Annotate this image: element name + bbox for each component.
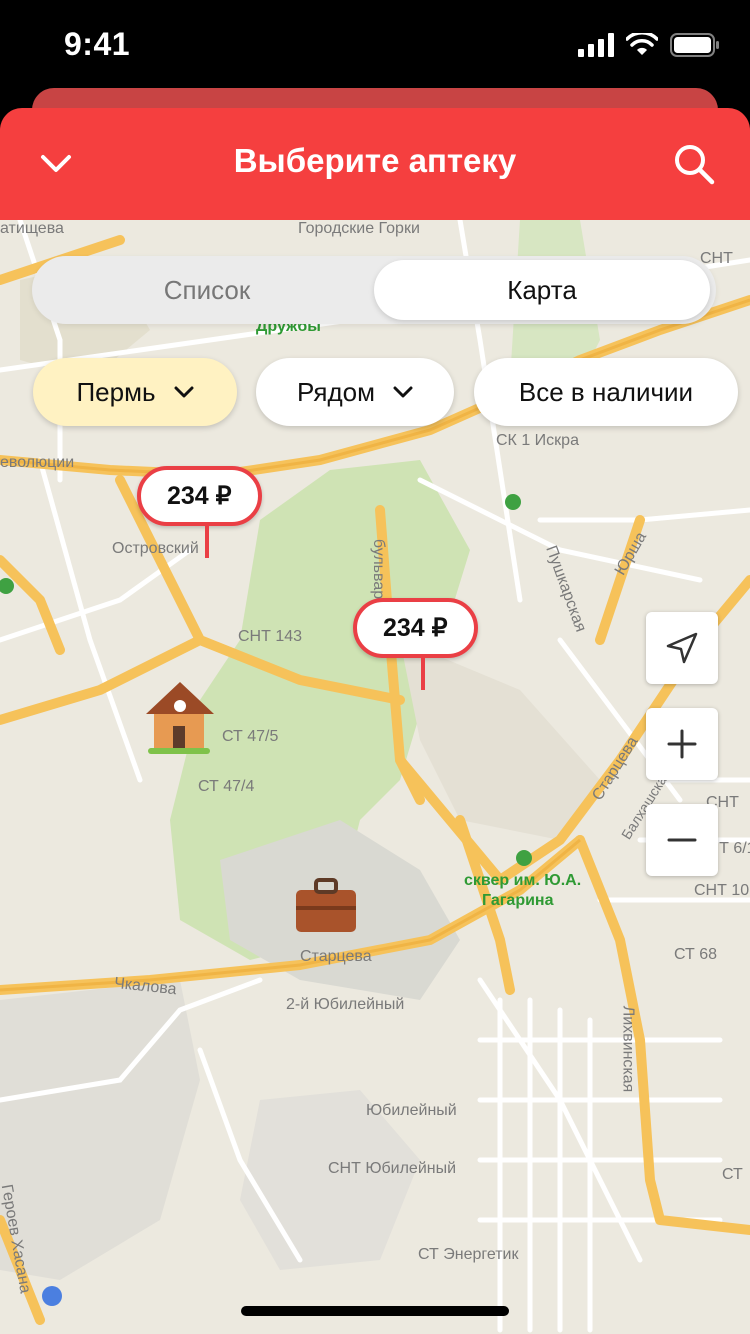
distance-filter-chip[interactable]: Рядом — [256, 358, 454, 426]
map-label: Городские Горки — [298, 220, 420, 237]
pin-price: 234 ₽ — [137, 466, 262, 526]
map-label: Гагарина — [482, 892, 554, 909]
map-label: Старцева — [300, 948, 372, 965]
locate-me-button[interactable] — [646, 612, 718, 684]
view-switcher: Список Карта — [32, 256, 716, 324]
zoom-in-button[interactable] — [646, 708, 718, 780]
status-time: 9:41 — [64, 26, 131, 62]
map-label: 2-й Юбилейный — [286, 996, 405, 1013]
map-label: СНТ 10 — [694, 882, 750, 899]
tab-list[interactable]: Список — [38, 260, 376, 320]
availability-filter-label: Все в наличии — [518, 376, 694, 407]
map-label: Юбилейный — [366, 1102, 457, 1119]
availability-filter-chip[interactable]: Все в наличии — [474, 358, 738, 426]
home-marker-icon — [146, 682, 214, 754]
map-label: атищева — [0, 220, 64, 237]
pin-stem — [421, 656, 425, 690]
zoom-out-button[interactable] — [646, 804, 718, 876]
map-label: еволюции — [0, 454, 75, 471]
map-label: СНТ 143 — [238, 628, 303, 645]
navigation-arrow-icon — [666, 632, 698, 664]
map-label: Лихвинская — [619, 1005, 637, 1093]
map-label: СК 1 Искра — [496, 432, 579, 449]
chevron-down-icon — [393, 386, 413, 398]
distance-filter-label: Рядом — [296, 376, 376, 407]
map-view[interactable]: атищева Городские Горки Дружбы СНТ еволю… — [0, 220, 750, 1334]
minus-icon — [667, 838, 697, 842]
cellular-signal-icon — [578, 33, 614, 57]
search-button[interactable] — [672, 142, 716, 186]
city-filter-chip[interactable]: Пермь — [33, 358, 237, 426]
map-label: СНТ Юбилейный — [328, 1160, 457, 1177]
map-label: СТ 47/5 — [222, 728, 279, 745]
map-label: Островский — [112, 540, 199, 557]
map-label: СТ Энергетик — [418, 1246, 519, 1263]
plus-icon — [667, 729, 697, 759]
tab-map[interactable]: Карта — [374, 260, 710, 320]
bus-stop-icon — [42, 1286, 62, 1306]
home-indicator[interactable] — [241, 1306, 509, 1316]
wifi-icon — [626, 33, 658, 55]
pin-stem — [205, 524, 209, 558]
map-label: бульвар — [370, 538, 388, 600]
map-label: СТ 68 — [674, 946, 718, 963]
map-label: СТ — [722, 1166, 743, 1183]
map-label: сквер им. Ю.А. — [464, 872, 582, 889]
status-bar: 9:41 — [0, 0, 750, 92]
city-filter-label: Пермь — [76, 376, 156, 407]
pin-price: 234 ₽ — [353, 598, 478, 658]
chevron-down-icon — [174, 386, 194, 398]
status-icons — [578, 30, 720, 60]
map-label: СТ 47/4 — [198, 778, 255, 795]
battery-icon — [670, 33, 719, 57]
search-icon — [675, 145, 715, 185]
pharmacy-price-pin[interactable]: 234 ₽ — [353, 598, 478, 690]
pharmacy-price-pin[interactable]: 234 ₽ — [137, 466, 262, 558]
header: Выберите аптеку — [0, 108, 750, 220]
page-title: Выберите аптеку — [233, 142, 517, 179]
